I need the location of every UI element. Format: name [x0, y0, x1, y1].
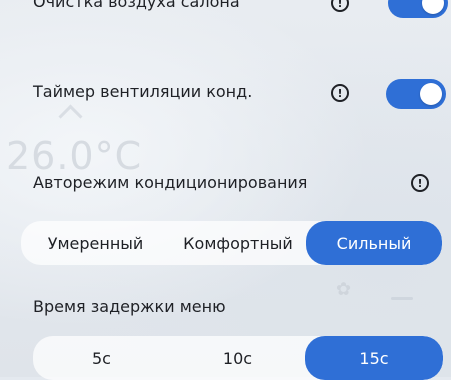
info-icon[interactable]: !	[411, 174, 429, 192]
info-icon[interactable]: !	[331, 84, 349, 102]
ac-vent-timer-label: Таймер вентиляции конд.	[33, 82, 253, 101]
menu-delay-selector: 5с 10с 15с	[33, 336, 443, 380]
delay-option-15s[interactable]: 15с	[305, 336, 443, 380]
mode-option-strong[interactable]: Сильный	[306, 221, 442, 265]
ac-vent-timer-toggle[interactable]	[386, 79, 446, 109]
delay-option-10s[interactable]: 10с	[170, 336, 305, 380]
background-divider	[391, 297, 413, 300]
delay-option-5s[interactable]: 5с	[33, 336, 170, 380]
menu-delay-label: Время задержки меню	[33, 297, 226, 316]
toggle-knob	[420, 83, 442, 105]
air-purify-toggle[interactable]	[388, 0, 448, 18]
mode-option-comfort[interactable]: Комфортный	[170, 221, 306, 265]
ac-auto-mode-selector: Умеренный Комфортный Сильный	[21, 221, 442, 265]
fan-icon: ✿	[336, 279, 352, 300]
toggle-knob	[422, 0, 444, 14]
mode-option-moderate[interactable]: Умеренный	[21, 221, 170, 265]
background-temperature: 26.0°C	[6, 134, 143, 178]
ac-auto-mode-label: Авторежим кондиционирования	[33, 173, 308, 192]
air-purify-label: Очистка воздуха салона	[33, 0, 240, 11]
